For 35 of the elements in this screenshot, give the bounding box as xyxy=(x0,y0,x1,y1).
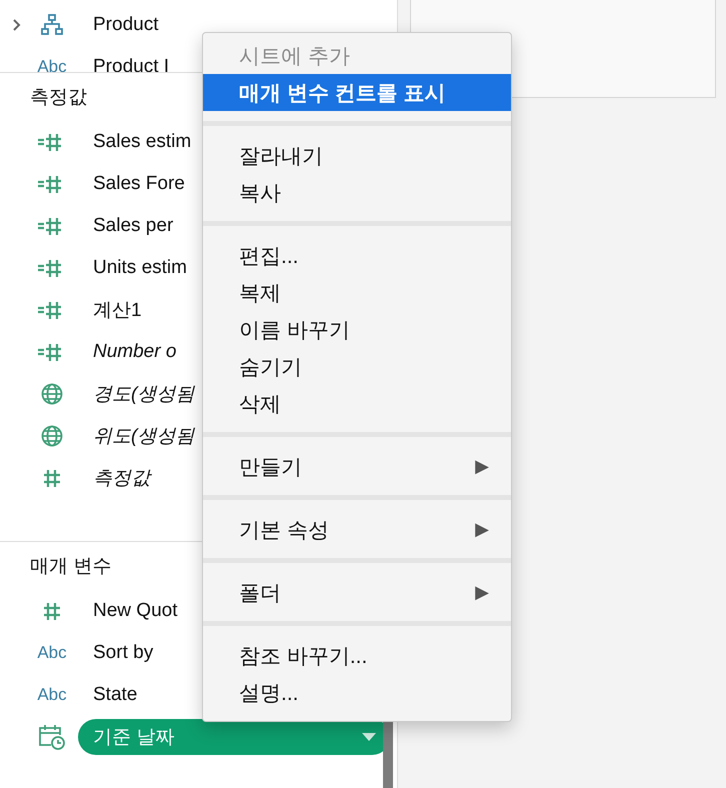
menu-item[interactable]: 참조 바꾸기... xyxy=(203,637,511,674)
type-label: Abc xyxy=(37,57,67,72)
section-title: 매개 변수 xyxy=(30,555,112,579)
field-name[interactable]: Sales per xyxy=(93,215,174,237)
menu-item[interactable]: 폴더 ▶ xyxy=(203,574,511,611)
field-name[interactable]: Units estim xyxy=(93,257,187,279)
menu-item[interactable]: 잘라내기 xyxy=(203,137,511,174)
field-name[interactable]: State xyxy=(93,684,138,706)
section-title: 측정값 xyxy=(30,86,87,110)
menu-item[interactable]: 설명... xyxy=(203,674,511,711)
menu-item[interactable]: 만들기 ▶ xyxy=(203,448,511,485)
menu-item[interactable]: 삭제 xyxy=(203,385,511,422)
type-label: Abc xyxy=(37,643,67,663)
menu-item[interactable]: 복제 xyxy=(203,274,511,311)
field-name[interactable]: 계산1 xyxy=(93,297,142,323)
menu-item[interactable]: 기본 속성 ▶ xyxy=(203,511,511,548)
field-name[interactable]: Number o xyxy=(93,341,176,363)
field-name[interactable]: Product xyxy=(93,14,158,36)
type-label: Abc xyxy=(37,685,67,705)
menu-item[interactable]: 숨기기 xyxy=(203,348,511,385)
field-name[interactable]: 위도(생성됨 xyxy=(93,423,194,449)
submenu-arrow: ▶ xyxy=(475,582,489,603)
menu-item[interactable]: 매개 변수 컨트롤 표시 xyxy=(203,74,511,111)
submenu-arrow: ▶ xyxy=(475,519,489,540)
field-name[interactable]: New Quot xyxy=(93,600,178,622)
menu-item[interactable]: 이름 바꾸기 xyxy=(203,311,511,348)
menu-item[interactable]: 편집... xyxy=(203,237,511,274)
field-name[interactable]: Sales Fore xyxy=(93,173,185,195)
menu-item[interactable]: 복사 xyxy=(203,174,511,211)
field-name[interactable]: 경도(생성됨 xyxy=(93,381,194,407)
field-name[interactable]: 측정값 xyxy=(93,465,150,491)
field-name[interactable]: Sales estim xyxy=(93,131,192,153)
field-name[interactable]: Sort by xyxy=(93,642,154,664)
field-name[interactable]: Product I xyxy=(93,56,170,72)
submenu-arrow: ▶ xyxy=(475,456,489,477)
